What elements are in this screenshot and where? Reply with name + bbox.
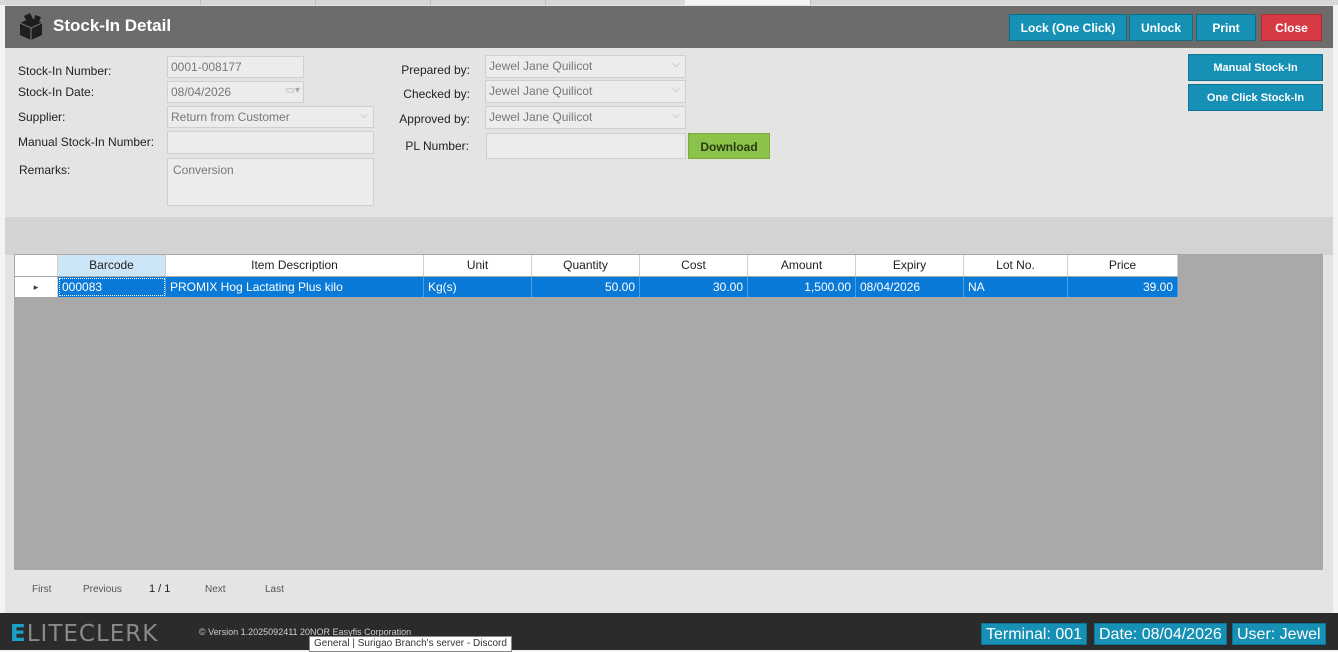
items-grid[interactable] (14, 254, 1323, 570)
close-button[interactable]: Close (1261, 14, 1322, 41)
column-header-cost[interactable]: Cost (640, 255, 748, 276)
pager-page-indicator: 1 / 1 (149, 583, 171, 595)
checked-by-dropdown[interactable]: Jewel Jane Quilicot ⌵ (485, 80, 686, 103)
supplier-label: Supplier: (18, 110, 66, 124)
cell-barcode[interactable]: 000083 (58, 277, 166, 297)
cell-lot-no[interactable]: NA (964, 277, 1068, 297)
approved-by-label: Approved by: (399, 112, 470, 126)
checked-by-value: Jewel Jane Quilicot (489, 84, 593, 98)
column-header-barcode[interactable]: Barcode (58, 255, 166, 276)
chevron-down-icon: ⌵ (672, 84, 680, 95)
supplier-value: Return from Customer (171, 110, 290, 124)
cell-unit[interactable]: Kg(s) (424, 277, 532, 297)
pl-number-field[interactable] (486, 133, 686, 159)
prepared-by-dropdown[interactable]: Jewel Jane Quilicot ⌵ (485, 55, 686, 78)
pager-previous-button[interactable]: Previous (83, 584, 122, 595)
remarks-label: Remarks: (19, 163, 71, 177)
pl-number-label: PL Number: (405, 139, 469, 153)
prepared-by-value: Jewel Jane Quilicot (489, 59, 593, 73)
supplier-dropdown[interactable]: Return from Customer ⌵ (167, 106, 374, 128)
remarks-value: Conversion (173, 163, 234, 177)
approved-by-dropdown[interactable]: Jewel Jane Quilicot ⌵ (485, 106, 686, 129)
stock-in-date-picker[interactable]: 08/04/2026 ▭▾ (167, 81, 304, 103)
status-bar: ELITECLERK © Version 1.2025092411 20NOR … (0, 613, 1338, 650)
column-header-lot-no[interactable]: Lot No. (964, 255, 1068, 276)
cell-quantity[interactable]: 50.00 (532, 277, 640, 297)
section-divider (5, 217, 1333, 255)
approved-by-value: Jewel Jane Quilicot (489, 110, 593, 124)
stock-in-number-label: Stock-In Number: (18, 64, 112, 78)
row-marker[interactable]: ▸ (15, 277, 58, 297)
checked-by-label: Checked by: (403, 87, 470, 101)
box-icon (19, 13, 43, 40)
cell-cost[interactable]: 30.00 (640, 277, 748, 297)
chevron-down-icon: ⌵ (672, 110, 680, 121)
column-header-quantity[interactable]: Quantity (532, 255, 640, 276)
cell-expiry[interactable]: 08/04/2026 (856, 277, 964, 297)
manual-stock-in-number-label: Manual Stock-In Number: (18, 135, 155, 149)
one-click-stock-in-button[interactable]: One Click Stock-In (1188, 84, 1323, 111)
table-row[interactable]: ▸ 000083 PROMIX Hog Lactating Plus kilo … (15, 277, 1178, 297)
brand-rest: LITECLERK (26, 621, 159, 647)
pager-first-button[interactable]: First (32, 584, 51, 595)
column-header-expiry[interactable]: Expiry (856, 255, 964, 276)
print-button[interactable]: Print (1196, 14, 1256, 41)
window-header: Stock-In Detail Lock (One Click) Unlock … (5, 6, 1333, 48)
page-title: Stock-In Detail (53, 16, 172, 35)
grid-header: Barcode Item Description Unit Quantity C… (15, 255, 1178, 276)
download-button[interactable]: Download (688, 133, 770, 159)
column-header-price[interactable]: Price (1068, 255, 1178, 276)
stock-in-number-value: 0001-008177 (171, 60, 242, 74)
date-badge: Date: 08/04/2026 (1094, 623, 1227, 645)
remarks-textarea[interactable]: Conversion (167, 158, 374, 206)
eliteclerk-logo: ELITECLERK (10, 621, 158, 647)
unlock-button[interactable]: Unlock (1129, 14, 1193, 41)
calendar-icon[interactable]: ▭▾ (286, 85, 300, 96)
terminal-badge: Terminal: 001 (981, 623, 1088, 645)
stock-in-date-value: 08/04/2026 (171, 85, 232, 99)
pager-last-button[interactable]: Last (265, 584, 284, 595)
cell-amount[interactable]: 1,500.00 (748, 277, 856, 297)
prepared-by-label: Prepared by: (401, 63, 470, 77)
stock-in-number-field[interactable]: 0001-008177 (167, 56, 304, 78)
cell-item-description[interactable]: PROMIX Hog Lactating Plus kilo (166, 277, 424, 297)
cell-price[interactable]: 39.00 (1068, 277, 1178, 297)
chevron-down-icon: ⌵ (360, 110, 368, 121)
chevron-down-icon: ⌵ (672, 59, 680, 70)
column-header-item-description[interactable]: Item Description (166, 255, 424, 276)
brand-prefix: E (10, 621, 27, 647)
lock-one-click-button[interactable]: Lock (One Click) (1009, 14, 1127, 41)
column-header-amount[interactable]: Amount (748, 255, 856, 276)
manual-stock-in-button[interactable]: Manual Stock-In (1188, 54, 1323, 81)
pager-next-button[interactable]: Next (205, 584, 226, 595)
stock-in-date-label: Stock-In Date: (18, 85, 95, 99)
user-badge: User: Jewel (1232, 623, 1326, 645)
manual-stock-in-number-field[interactable] (167, 131, 374, 154)
row-header-corner (15, 255, 58, 276)
column-header-unit[interactable]: Unit (424, 255, 532, 276)
